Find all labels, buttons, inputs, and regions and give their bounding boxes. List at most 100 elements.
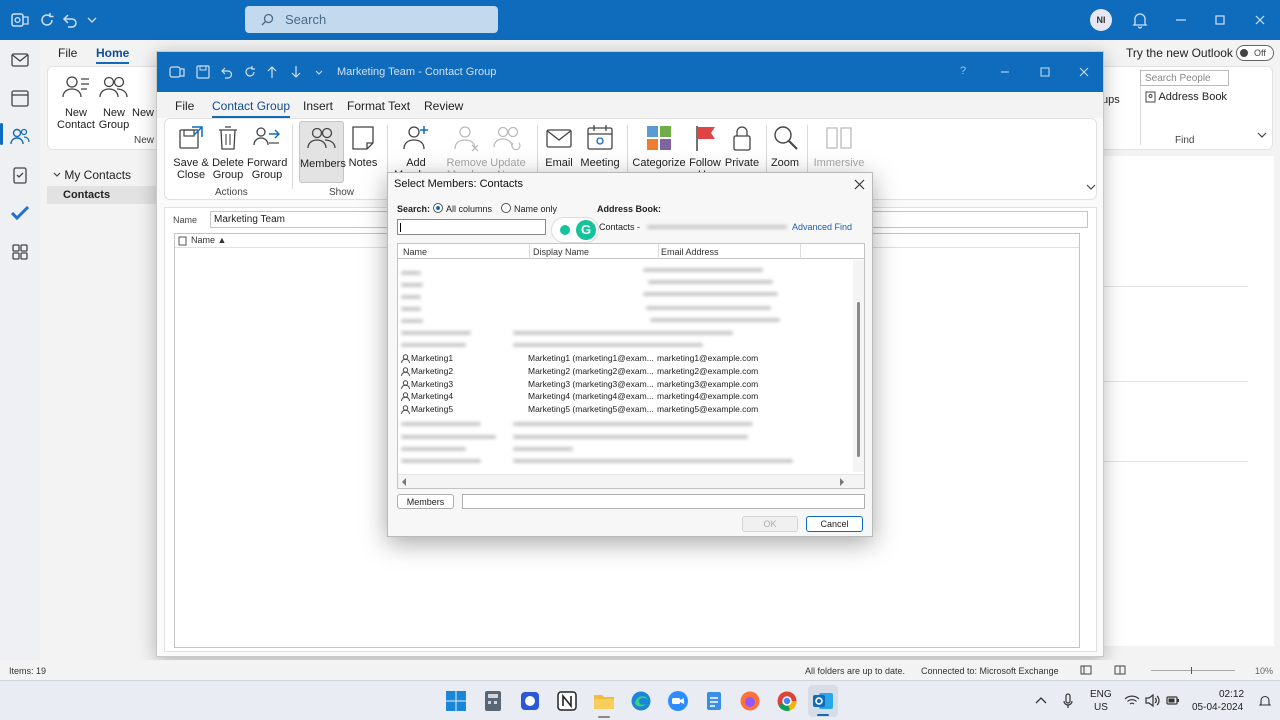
all-columns-radio[interactable] xyxy=(433,203,443,213)
zoom-button[interactable]: Zoom xyxy=(768,123,802,169)
column-header-name[interactable]: Name ▲ xyxy=(191,235,226,245)
arrow-up-icon[interactable] xyxy=(266,65,278,79)
close-icon[interactable] xyxy=(1251,11,1269,29)
tab-contact-group[interactable]: Contact Group xyxy=(212,99,291,118)
edge-icon[interactable] xyxy=(630,690,652,712)
customize-toolbar-icon[interactable] xyxy=(315,67,323,77)
zoom-slider[interactable] xyxy=(1151,667,1235,674)
undo-icon[interactable] xyxy=(219,65,233,79)
collapse-ribbon-icon[interactable] xyxy=(1086,183,1096,191)
tasks-icon[interactable] xyxy=(10,165,30,185)
redo-icon[interactable] xyxy=(243,65,257,79)
horizontal-scrollbar[interactable] xyxy=(398,474,864,488)
normal-view-icon[interactable] xyxy=(1080,665,1092,675)
people-icon[interactable] xyxy=(10,126,30,146)
calendar-icon[interactable] xyxy=(10,88,30,108)
members-field[interactable] xyxy=(462,494,865,509)
minimize-icon[interactable] xyxy=(1172,11,1190,29)
new-item-button[interactable]: New xyxy=(132,73,154,119)
tab-review[interactable]: Review xyxy=(424,99,463,113)
name-only-radio[interactable] xyxy=(501,203,511,213)
battery-icon[interactable] xyxy=(1166,694,1180,707)
members-button[interactable]: Members xyxy=(397,494,454,509)
save-close-button[interactable]: Save & Close xyxy=(171,123,211,181)
members-button[interactable]: Members xyxy=(299,121,346,183)
tab-home[interactable]: Home xyxy=(96,46,130,64)
folder-contacts[interactable]: Contacts xyxy=(47,186,157,204)
minimize-icon[interactable] xyxy=(999,66,1011,78)
private-button[interactable]: Private xyxy=(723,123,761,169)
vertical-scrollbar[interactable] xyxy=(853,260,864,472)
column-header-email[interactable]: Email Address xyxy=(661,247,719,257)
save-icon[interactable] xyxy=(196,65,210,79)
list-item[interactable]: Marketing5 Marketing5 (marketing5@exam..… xyxy=(398,403,853,416)
region-indicator[interactable]: US xyxy=(1094,702,1108,713)
delete-group-button[interactable]: Delete Group xyxy=(210,123,246,181)
member-search-input[interactable] xyxy=(397,219,546,235)
cancel-button[interactable]: Cancel xyxy=(806,516,863,532)
new-outlook-toggle[interactable]: Off xyxy=(1236,45,1274,61)
ok-button[interactable]: OK xyxy=(742,516,798,532)
todo-icon[interactable] xyxy=(10,203,30,223)
tab-file[interactable]: File xyxy=(175,99,194,113)
categorize-button[interactable]: Categorize xyxy=(632,123,686,169)
email-button[interactable]: Email xyxy=(542,123,576,169)
outlook-taskbar-active[interactable] xyxy=(808,685,838,717)
arrow-down-icon[interactable] xyxy=(290,65,302,79)
immersive-reader-button[interactable]: Immersive Reader xyxy=(811,123,867,169)
avatar[interactable]: NI xyxy=(1090,9,1112,31)
new-group-button[interactable]: New Group xyxy=(96,73,132,131)
notepad-icon[interactable] xyxy=(703,690,725,712)
calculator-icon[interactable] xyxy=(482,690,504,712)
close-icon[interactable] xyxy=(1078,66,1090,78)
collapse-ribbon-icon[interactable] xyxy=(1257,131,1267,139)
snipping-tool-icon[interactable] xyxy=(519,690,541,712)
windows-start-icon[interactable] xyxy=(445,690,467,712)
column-header-name[interactable]: Name xyxy=(403,247,427,257)
list-item[interactable]: Marketing2 Marketing2 (marketing2@exam..… xyxy=(398,365,853,378)
file-explorer-icon[interactable] xyxy=(593,690,615,712)
maximize-icon[interactable] xyxy=(1039,66,1051,78)
my-contacts-header[interactable]: My Contacts xyxy=(53,168,131,182)
scroll-left-icon[interactable] xyxy=(401,478,407,486)
volume-icon[interactable] xyxy=(1145,694,1160,707)
customize-toolbar-icon[interactable] xyxy=(86,11,98,29)
scroll-right-icon[interactable] xyxy=(839,478,845,486)
list-item[interactable]: Marketing4 Marketing4 (marketing4@exam..… xyxy=(398,390,853,403)
close-icon[interactable] xyxy=(854,179,865,190)
list-item[interactable]: Marketing1 Marketing1 (marketing1@exam..… xyxy=(398,352,853,365)
microphone-icon[interactable] xyxy=(1062,693,1074,709)
reading-view-icon[interactable] xyxy=(1114,665,1126,675)
notes-button[interactable]: Notes xyxy=(346,123,380,169)
clock-date[interactable]: 05-04-2024 xyxy=(1192,702,1243,713)
search-box[interactable]: Search xyxy=(245,6,498,33)
tab-insert[interactable]: Insert xyxy=(303,99,333,113)
tab-file[interactable]: File xyxy=(58,46,77,60)
firefox-icon[interactable] xyxy=(739,690,761,712)
forward-group-button[interactable]: Forward Group xyxy=(247,123,287,181)
tab-format-text[interactable]: Format Text xyxy=(347,99,410,113)
advanced-find-link[interactable]: Advanced Find xyxy=(792,222,852,232)
apps-icon[interactable] xyxy=(10,242,30,262)
zoom-app-icon[interactable] xyxy=(667,690,689,712)
column-header-display-name[interactable]: Display Name xyxy=(533,247,589,257)
language-indicator[interactable]: ENG xyxy=(1090,689,1112,700)
sync-icon[interactable] xyxy=(38,11,56,29)
address-book-dropdown[interactable]: Contacts - xyxy=(597,219,792,235)
wifi-icon[interactable] xyxy=(1124,694,1140,707)
restore-icon[interactable] xyxy=(1211,11,1229,29)
chrome-icon[interactable] xyxy=(776,690,798,712)
mail-icon[interactable] xyxy=(10,50,30,70)
address-book-button[interactable]: Address Book xyxy=(1145,91,1227,105)
clock-time[interactable]: 02:12 xyxy=(1219,689,1244,700)
chevron-up-icon[interactable] xyxy=(1035,696,1047,704)
meeting-button[interactable]: Meeting xyxy=(578,123,622,169)
notion-icon[interactable] xyxy=(556,690,578,712)
grammarly-widget[interactable]: G xyxy=(551,217,599,243)
undo-icon[interactable] xyxy=(61,11,79,29)
scroll-thumb[interactable] xyxy=(857,302,860,457)
bell-icon[interactable] xyxy=(1131,11,1149,29)
new-contact-button[interactable]: New Contact xyxy=(56,73,96,131)
search-people-input[interactable]: Search People xyxy=(1140,70,1229,86)
notification-bell-icon[interactable] xyxy=(1258,694,1272,708)
